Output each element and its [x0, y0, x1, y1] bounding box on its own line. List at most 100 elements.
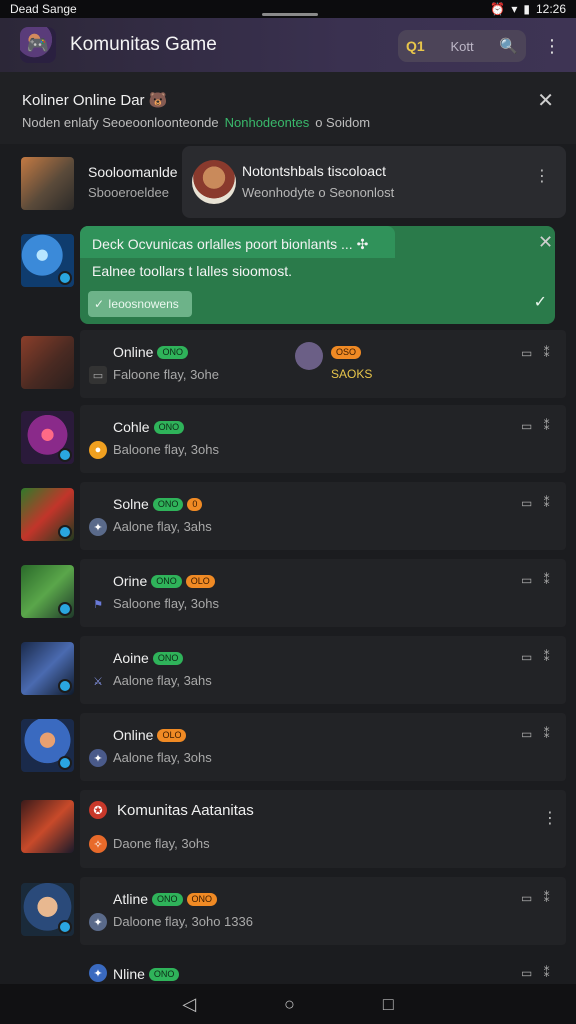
home-icon[interactable]: ○: [284, 994, 295, 1015]
status-bar: Dead Sange ⏰ ▾ ▮ 12:26: [0, 0, 576, 18]
notification-subtitle: Noden enlafy Seoeoonloonteonde Nonhodeont…: [22, 115, 371, 130]
clan-icon: ✦: [89, 964, 107, 982]
item-meta: Aalone flay, 3ahs: [113, 519, 212, 534]
status-badge: ONO: [186, 892, 218, 906]
clan-icon: ✦: [89, 913, 107, 931]
calendar-icon: ▭: [89, 366, 107, 384]
status-icons: ⏰ ▾ ▮ 12:26: [490, 2, 566, 16]
toast-action-button[interactable]: ✓ Ieoosnowens: [88, 291, 192, 317]
popup-card[interactable]: Notontshbals tiscoloact Weonhodyte o Seo…: [182, 146, 566, 218]
game-thumbnail: [21, 800, 74, 853]
row-actions[interactable]: ▭ ⁑: [521, 727, 554, 741]
more-icon[interactable]: ⋮: [534, 166, 550, 186]
row-actions[interactable]: ▭ ⁑: [521, 966, 554, 980]
item-title: Online ONO: [113, 344, 188, 360]
game-thumbnail: [21, 157, 74, 210]
sword-icon: ⚔: [93, 675, 103, 688]
list-item[interactable]: Online ONO ▭ Faloone flay, 3ohe OSO SAOKS…: [0, 324, 576, 400]
game-thumbnail: [21, 642, 74, 695]
app-title: Komunitas Game: [70, 34, 217, 55]
item-title: Orine ONO OLO: [113, 573, 215, 589]
score-text: SAOKS: [331, 367, 373, 381]
row-actions[interactable]: ▭ ⁑: [521, 891, 554, 905]
notification-link[interactable]: Nonhodeontes: [225, 115, 310, 130]
popup-title: Notontshbals tiscoloact: [242, 163, 386, 179]
online-badge: ONO: [152, 497, 184, 511]
recent-apps-icon[interactable]: □: [383, 994, 394, 1015]
item-title: Atline ONO ONO: [113, 891, 218, 907]
item-title: Solne ONO 0: [113, 496, 203, 512]
flag-icon: ⚑: [93, 598, 103, 611]
item-meta: Daloone flay, 3oho 1336: [113, 914, 253, 929]
app-logo-icon[interactable]: 🎮: [20, 27, 56, 63]
game-thumbnail: [21, 411, 74, 464]
toast-title: Deck Ocvunicas orlalles poort bionlants …: [92, 236, 369, 252]
more-icon[interactable]: ⋮: [542, 808, 558, 828]
list-item[interactable]: ✪ Komunitas Aatanitas ✧ Daone flay, 3ohs…: [0, 784, 576, 870]
row-actions[interactable]: ▭ ⁑: [521, 573, 554, 587]
game-thumbnail: [21, 488, 74, 541]
game-thumbnail: [21, 565, 74, 618]
coin-icon: ●: [89, 441, 107, 459]
online-badge: ONO: [157, 345, 188, 359]
row-actions[interactable]: ▭ ⁑: [521, 650, 554, 664]
online-badge: ONO: [152, 892, 183, 906]
item-meta: Sbooeroeldee: [88, 185, 169, 200]
list-item[interactable]: ✦ Nline ONO ▭ ⁑: [0, 950, 576, 986]
toast-notification[interactable]: Deck Ocvunicas orlalles poort bionlants …: [80, 226, 555, 324]
status-badge: 0: [187, 497, 203, 511]
avatar: [192, 160, 236, 204]
online-badge: ONO: [153, 420, 185, 434]
close-icon[interactable]: ✕: [537, 88, 554, 113]
check-icon[interactable]: ✓: [534, 292, 547, 312]
notification-banner: Koliner Online Dar 🐻 Noden enlafy Seoeoo…: [0, 72, 576, 144]
back-icon[interactable]: ◁: [182, 994, 196, 1015]
item-title: Cohle ONO: [113, 419, 185, 435]
notification-title: Koliner Online Dar 🐻: [22, 92, 168, 109]
player-avatar: [295, 342, 323, 370]
app-bar: 🎮 Komunitas Game Q1 Kott 🔍 ⋮: [0, 18, 576, 72]
search-prefix: Q1: [406, 38, 425, 54]
list-item[interactable]: Atline ONO ONO ✦ Daloone flay, 3oho 1336 ▭…: [0, 871, 576, 947]
close-icon[interactable]: ✕: [538, 232, 553, 253]
online-badge: ONO: [152, 651, 184, 665]
row-actions[interactable]: ▭ ⁑: [521, 496, 554, 510]
list-item[interactable]: Aoine ONO ⚔ Aalone flay, 3ahs ▭ ⁑: [0, 630, 576, 706]
fire-icon: ✧: [89, 835, 107, 853]
item-title: Nline ONO: [113, 966, 180, 982]
clan-icon: ✦: [89, 518, 107, 536]
puzzle-icon: ✣: [356, 236, 369, 252]
item-title: Online OLO: [113, 727, 187, 743]
item-meta: Aalone flay, 3ohs: [113, 750, 212, 765]
status-left-text: Dead Sange: [10, 2, 77, 16]
search-bar[interactable]: Q1 Kott 🔍: [398, 30, 526, 62]
toast-body: Ealnee toollars t lalles sioomost.: [92, 263, 292, 279]
game-thumbnail: [21, 336, 74, 389]
list-item[interactable]: Solne ONO 0 ✦ Aalone flay, 3ahs ▭ ⁑: [0, 476, 576, 552]
item-meta: Daone flay, 3ohs: [113, 836, 210, 851]
bear-icon: 🐻: [148, 92, 168, 109]
item-title: Sooloomanlde: [88, 164, 178, 180]
more-icon[interactable]: ⋮: [543, 32, 561, 60]
popup-subtitle: Weonhodyte o Seononlost: [242, 185, 395, 200]
status-time: 12:26: [535, 2, 566, 16]
game-thumbnail: [21, 719, 74, 772]
notch: [262, 13, 318, 16]
search-icon[interactable]: 🔍: [499, 37, 518, 55]
item-meta: Saloone flay, 3ohs: [113, 596, 219, 611]
battery-icon: ▮: [523, 2, 530, 16]
row-actions[interactable]: ▭ ⁑: [521, 346, 554, 360]
status-badge: OSO: [331, 346, 362, 359]
item-meta: Faloone flay, 3ohe: [113, 367, 219, 382]
status-badge: OLO: [157, 728, 187, 742]
row-actions[interactable]: ▭ ⁑: [521, 419, 554, 433]
game-thumbnail: [21, 234, 74, 287]
search-input[interactable]: Kott: [433, 39, 492, 54]
list-item[interactable]: Cohle ONO ● Baloone flay, 3ohs ▭ ⁑: [0, 399, 576, 475]
list-item[interactable]: Online OLO ✦ Aalone flay, 3ohs ▭ ⁑: [0, 707, 576, 783]
community-icon: ✪: [89, 801, 107, 819]
list-item[interactable]: Orine ONO OLO ⚑ Saloone flay, 3ohs ▭ ⁑: [0, 553, 576, 629]
item-title: Komunitas Aatanitas: [117, 802, 254, 819]
game-thumbnail: [21, 883, 74, 936]
system-nav-bar: ◁ ○ □: [0, 984, 576, 1024]
